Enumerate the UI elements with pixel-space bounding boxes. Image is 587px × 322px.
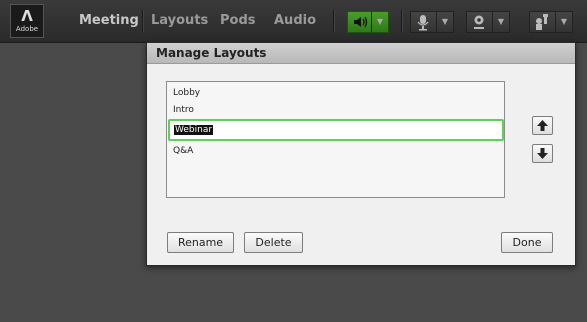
menu-divider [142, 10, 144, 32]
adobe-logo: Λ Adobe [10, 4, 44, 38]
list-item-qa[interactable]: Q&A [171, 142, 500, 160]
arrow-down-icon [537, 148, 548, 159]
list-item-lobby[interactable]: Lobby [171, 84, 500, 102]
speaker-button[interactable]: ▼ [347, 11, 389, 33]
microphone-button[interactable]: ▼ [410, 11, 454, 33]
raise-hand-icon [536, 14, 548, 30]
webcam-icon [474, 15, 484, 29]
layout-name-input[interactable]: Webinar [168, 119, 504, 141]
raise-hand-button[interactable]: ▼ [529, 11, 573, 33]
menu-divider [333, 10, 335, 32]
microphone-dropdown-chevron-down-icon[interactable]: ▼ [436, 12, 453, 32]
speaker-dropdown-chevron-down-icon[interactable]: ▼ [371, 12, 388, 32]
move-down-button[interactable] [532, 144, 553, 163]
toolbar-divider [401, 10, 403, 32]
adobe-logo-mark-icon: Λ [21, 7, 33, 25]
raise-hand-dropdown-chevron-down-icon[interactable]: ▼ [555, 12, 572, 32]
layouts-list: Lobby Intro Webinar Q&A [166, 81, 505, 198]
delete-button[interactable]: Delete [244, 232, 303, 253]
rename-button[interactable]: Rename [167, 232, 234, 253]
application-menu-bar: Λ Adobe Meeting Layouts Pods Audio ▼ ▼ ▼… [0, 0, 587, 43]
manage-layouts-dialog: Manage Layouts Lobby Intro Webinar Q&A R… [146, 42, 576, 266]
menu-audio[interactable]: Audio [274, 0, 316, 42]
webcam-dropdown-chevron-down-icon[interactable]: ▼ [492, 12, 509, 32]
menu-pods[interactable]: Pods [220, 0, 256, 42]
arrow-up-icon [537, 120, 548, 131]
adobe-logo-text: Adobe [15, 25, 39, 33]
dialog-title: Manage Layouts [147, 43, 575, 64]
webcam-button[interactable]: ▼ [466, 11, 510, 33]
move-up-button[interactable] [532, 116, 553, 135]
done-button[interactable]: Done [501, 232, 553, 253]
menu-meeting[interactable]: Meeting [79, 0, 139, 42]
selected-text: Webinar [174, 125, 214, 135]
speaker-icon [354, 16, 368, 28]
list-item-intro[interactable]: Intro [171, 101, 500, 119]
microphone-icon [417, 15, 429, 31]
menu-layouts[interactable]: Layouts [151, 0, 208, 42]
